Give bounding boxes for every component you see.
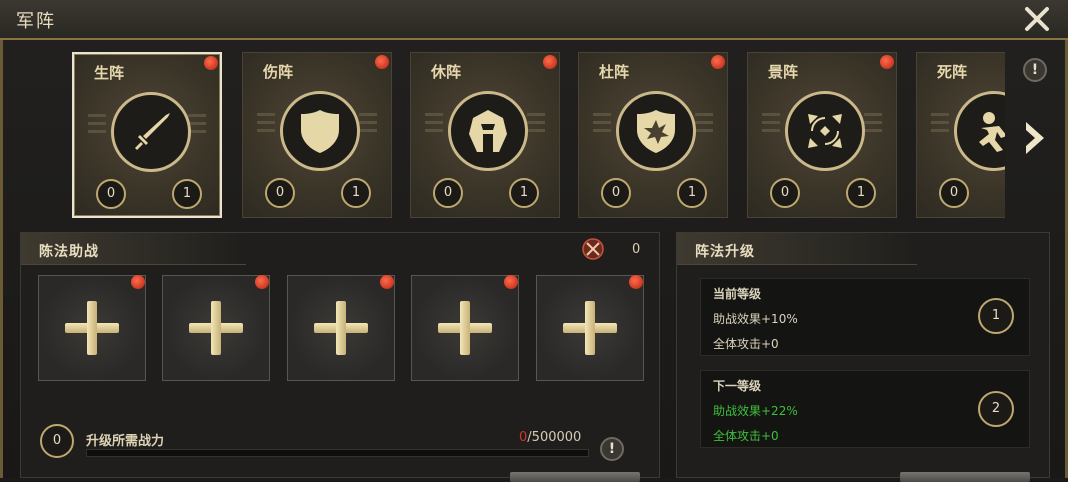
burst-shield-icon bbox=[637, 110, 675, 153]
formation-name: 生阵 bbox=[94, 64, 125, 82]
bagua-pattern bbox=[527, 108, 545, 148]
formation-name: 杜阵 bbox=[599, 63, 630, 81]
notification-dot bbox=[255, 275, 269, 289]
formation-info-button[interactable]: ! bbox=[1023, 58, 1047, 82]
bagua-pattern bbox=[593, 108, 611, 148]
bagua-pattern bbox=[359, 108, 377, 148]
current-level-box: 当前等级 助战效果+10% 全体攻击+0 1 bbox=[700, 278, 1030, 356]
next-level-badge: 2 bbox=[978, 391, 1014, 427]
plus-icon bbox=[460, 301, 470, 355]
formation-level-right: 1 bbox=[341, 178, 371, 208]
next-level-heading: 下一等级 bbox=[713, 379, 762, 393]
formation-card-xiu[interactable]: 休阵 0 1 bbox=[410, 52, 560, 218]
formation-level-left: 0 bbox=[433, 178, 463, 208]
plus-icon bbox=[336, 301, 346, 355]
current-level-badge: 1 bbox=[978, 298, 1014, 334]
upgrade-button[interactable] bbox=[900, 472, 1030, 482]
plus-icon bbox=[585, 301, 595, 355]
requirement-level-badge: 0 bbox=[40, 424, 74, 458]
formation-level-left: 0 bbox=[265, 178, 295, 208]
target-arrows-icon bbox=[808, 114, 842, 148]
notification-dot bbox=[204, 56, 218, 70]
notification-dot bbox=[380, 275, 394, 289]
required-power: 500000 bbox=[531, 430, 582, 445]
formation-level-right: 1 bbox=[846, 178, 876, 208]
formation-name: 死阵 bbox=[937, 63, 968, 81]
bagua-pattern bbox=[695, 108, 713, 148]
formation-emblem bbox=[785, 91, 865, 171]
notification-dot bbox=[504, 275, 518, 289]
next-level-box: 下一等级 助战效果+22% 全体攻击+0 2 bbox=[700, 370, 1030, 448]
formation-emblem bbox=[448, 91, 528, 171]
bagua-pattern bbox=[762, 108, 780, 148]
upgrade-panel-header: 阵法升级 bbox=[677, 233, 917, 265]
bagua-pattern bbox=[931, 108, 949, 148]
requirement-info-button[interactable]: ! bbox=[600, 437, 624, 461]
power-progress-bar bbox=[86, 449, 589, 457]
title-bar: 军阵 bbox=[0, 0, 1068, 40]
sword-icon bbox=[135, 113, 170, 150]
bagua-pattern bbox=[864, 108, 882, 148]
formation-name: 休阵 bbox=[431, 63, 462, 81]
notification-dot bbox=[131, 275, 145, 289]
assist-panel-title: 陈法助战 bbox=[39, 244, 99, 260]
current-all-attack: 全体攻击+0 bbox=[713, 337, 779, 351]
assist-action-button[interactable] bbox=[510, 472, 640, 482]
plus-icon bbox=[211, 301, 221, 355]
formation-level-left: 0 bbox=[96, 179, 126, 209]
next-assist-effect: 助战效果+22% bbox=[713, 404, 798, 418]
assist-slot-1[interactable] bbox=[38, 275, 146, 381]
assist-slot-5[interactable] bbox=[536, 275, 644, 381]
formation-card-si[interactable]: 死阵 0 bbox=[916, 52, 1005, 218]
upgrade-panel-title: 阵法升级 bbox=[695, 244, 755, 260]
formation-level-right: 1 bbox=[509, 178, 539, 208]
assist-count: 0 bbox=[632, 242, 641, 257]
window-title: 军阵 bbox=[16, 11, 56, 32]
formation-list: 生阵 0 1 伤阵 0 1 休阵 0 1 杜阵 0 1 景阵 0 1 死阵 0 bbox=[70, 52, 1005, 224]
notification-dot bbox=[543, 55, 557, 69]
close-icon[interactable] bbox=[1022, 4, 1052, 34]
notification-dot bbox=[375, 55, 389, 69]
current-assist-effect: 助战效果+10% bbox=[713, 312, 798, 326]
requirement-label: 升级所需战力 bbox=[86, 434, 165, 449]
formation-level-right: 1 bbox=[172, 179, 202, 209]
assist-slot-2[interactable] bbox=[162, 275, 270, 381]
formation-name: 伤阵 bbox=[263, 63, 294, 81]
formation-window: 军阵 生阵 0 1 伤阵 0 1 休阵 0 1 杜阵 0 1 景阵 0 1 死阵… bbox=[0, 0, 1068, 482]
formation-emblem bbox=[616, 91, 696, 171]
formation-emblem bbox=[954, 91, 1005, 171]
formation-emblem bbox=[280, 91, 360, 171]
current-level-heading: 当前等级 bbox=[713, 287, 762, 301]
formation-emblem bbox=[111, 92, 191, 172]
frame-left bbox=[0, 40, 3, 478]
notification-dot bbox=[711, 55, 725, 69]
assist-slot-4[interactable] bbox=[411, 275, 519, 381]
shield-icon bbox=[301, 110, 339, 153]
formation-level-left: 0 bbox=[601, 178, 631, 208]
formation-card-jing[interactable]: 景阵 0 1 bbox=[747, 52, 897, 218]
notification-dot bbox=[629, 275, 643, 289]
plus-icon bbox=[87, 301, 97, 355]
formation-level-left: 0 bbox=[939, 178, 969, 208]
formation-card-du[interactable]: 杜阵 0 1 bbox=[578, 52, 728, 218]
formation-name: 景阵 bbox=[768, 63, 799, 81]
formation-level-right: 1 bbox=[677, 178, 707, 208]
formation-level-left: 0 bbox=[770, 178, 800, 208]
notification-dot bbox=[880, 55, 894, 69]
chevron-right-icon[interactable] bbox=[1022, 118, 1048, 158]
assist-panel-header: 陈法助战 bbox=[21, 233, 246, 265]
bagua-pattern bbox=[425, 108, 443, 148]
running-figure-icon bbox=[979, 112, 1005, 152]
bagua-pattern bbox=[88, 109, 106, 149]
assist-slot-3[interactable] bbox=[287, 275, 395, 381]
bagua-pattern bbox=[257, 108, 275, 148]
formation-card-sheng[interactable]: 生阵 0 1 bbox=[72, 52, 222, 218]
formation-card-shang[interactable]: 伤阵 0 1 bbox=[242, 52, 392, 218]
crossed-swords-icon bbox=[582, 238, 604, 260]
power-value: 0/500000 bbox=[519, 430, 581, 445]
helmet-icon bbox=[469, 110, 507, 152]
next-all-attack: 全体攻击+0 bbox=[713, 429, 779, 443]
